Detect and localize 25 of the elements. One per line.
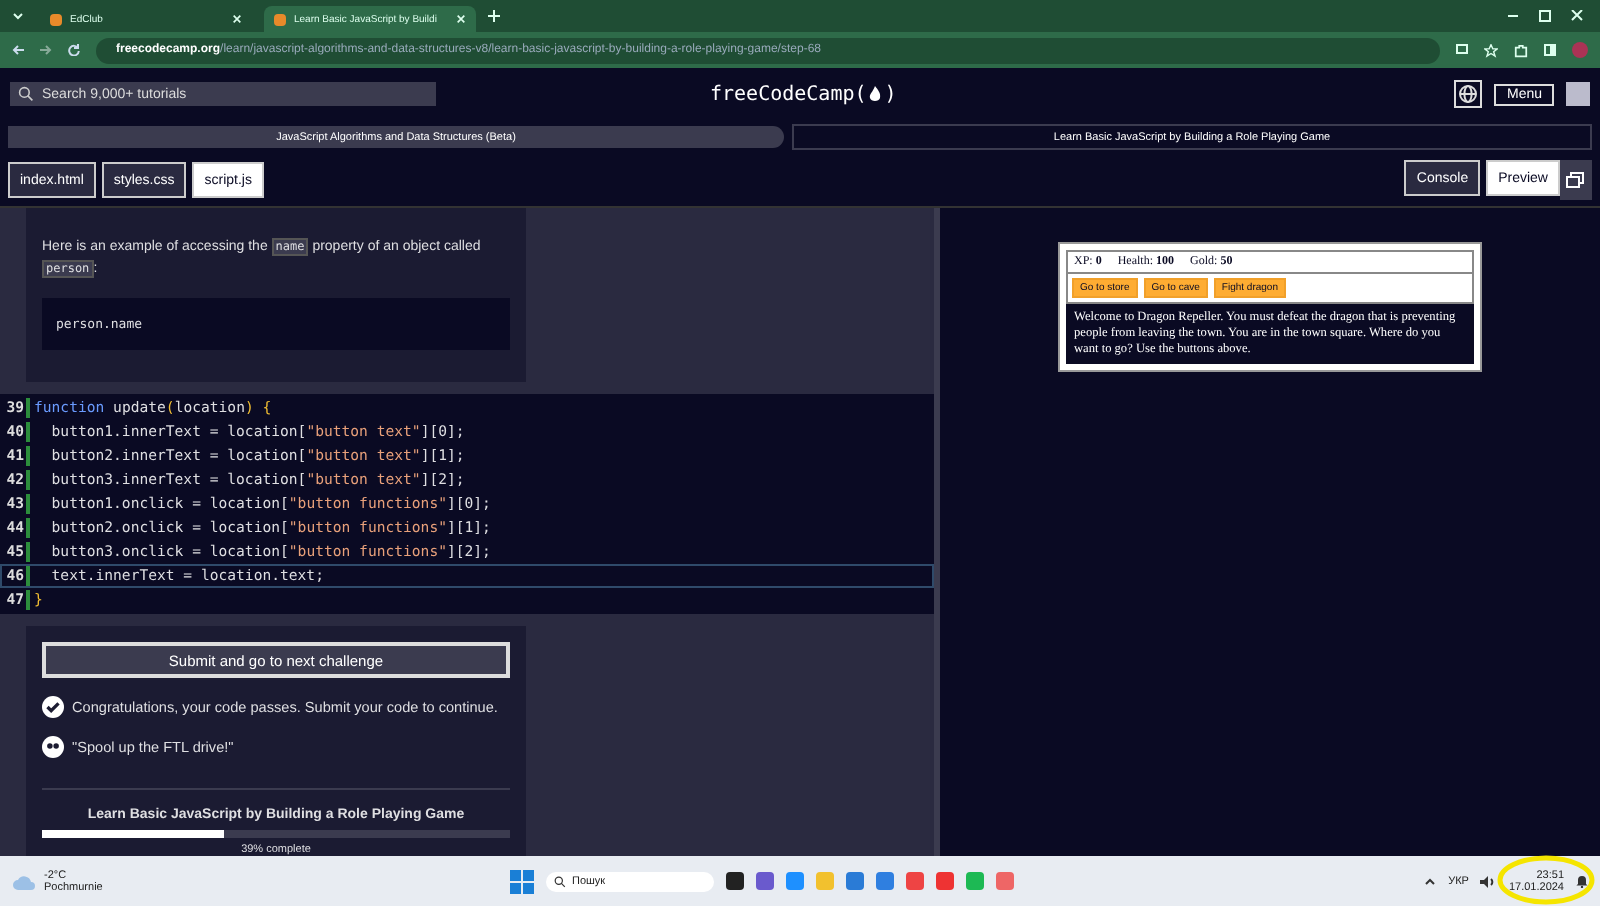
plus-icon[interactable] <box>488 10 500 22</box>
close-icon[interactable] <box>232 14 242 24</box>
bell-icon[interactable] <box>1576 874 1588 888</box>
globe-icon[interactable] <box>1454 80 1483 108</box>
chevron-down-icon[interactable] <box>8 8 28 24</box>
chevron-up-icon[interactable] <box>1424 875 1437 887</box>
forward-arrow-icon[interactable] <box>40 44 52 56</box>
quote-icon <box>42 736 64 758</box>
star-icon[interactable] <box>1484 43 1498 57</box>
search-icon <box>18 86 34 102</box>
favicon-icon <box>50 13 62 25</box>
logo[interactable]: freeCodeCamp( ) <box>710 83 897 105</box>
side-panel-icon[interactable] <box>1544 44 1556 56</box>
favicon-icon <box>274 13 286 25</box>
back-arrow-icon[interactable] <box>12 44 24 56</box>
check-icon <box>42 696 64 718</box>
search-icon <box>554 875 566 887</box>
highlight-ellipse-drawing <box>1496 853 1596 905</box>
window-controls-icon[interactable] <box>1508 10 1584 22</box>
speaker-icon[interactable] <box>1480 875 1497 887</box>
close-icon[interactable] <box>456 14 466 24</box>
reload-icon[interactable] <box>68 44 80 56</box>
windows-logo-icon[interactable] <box>510 869 534 893</box>
windows-icon[interactable] <box>1560 160 1592 200</box>
code-editor[interactable] <box>0 394 934 614</box>
